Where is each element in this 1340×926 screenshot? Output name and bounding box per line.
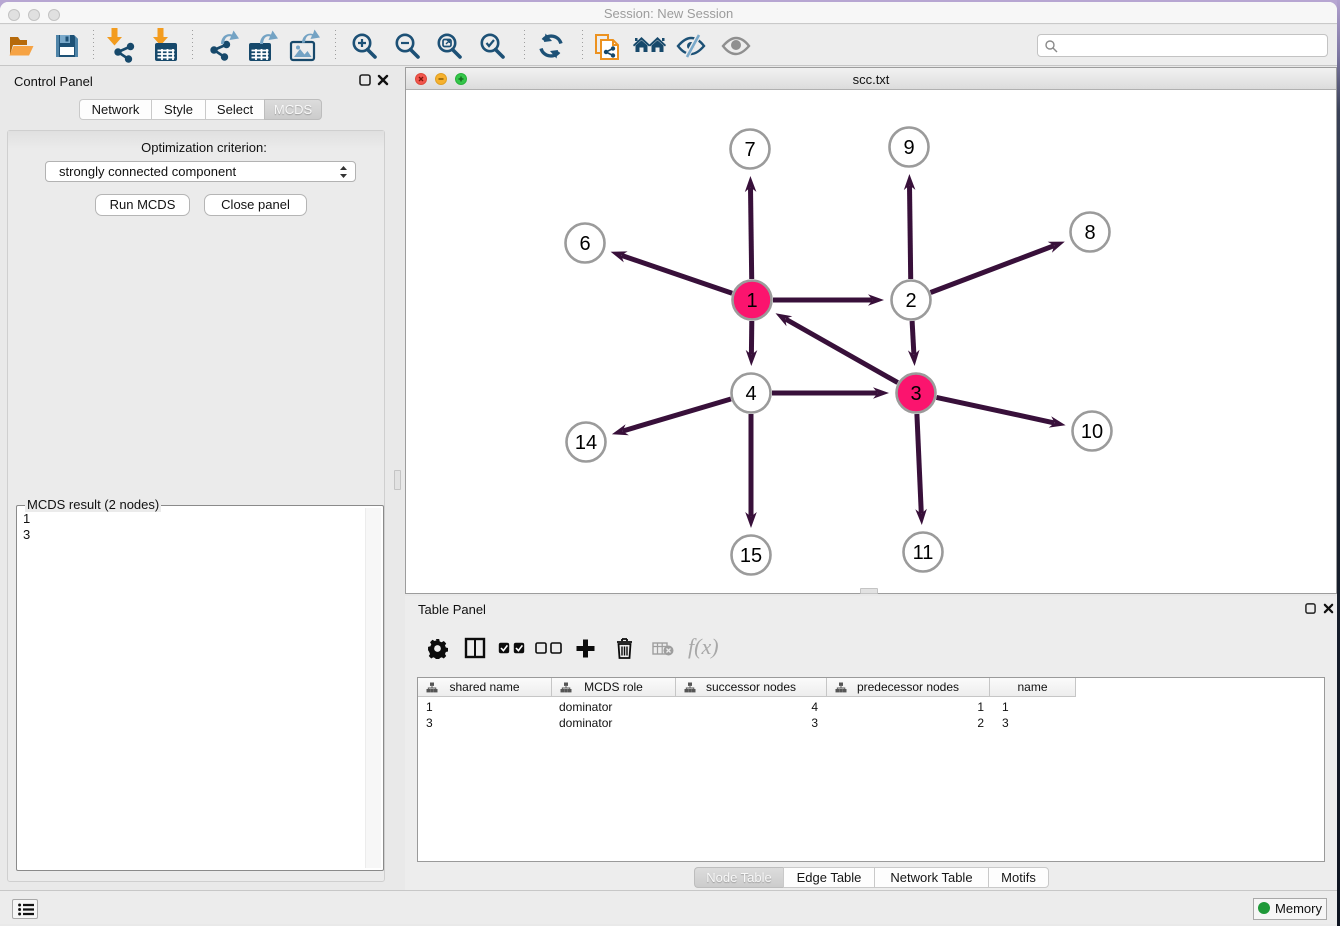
svg-text:11: 11	[913, 542, 934, 564]
svg-text:8: 8	[1084, 222, 1095, 244]
svg-text:9: 9	[903, 137, 914, 159]
svg-text:15: 15	[740, 545, 762, 567]
svg-text:3: 3	[910, 383, 921, 405]
svg-text:7: 7	[744, 139, 755, 161]
svg-text:4: 4	[745, 383, 756, 405]
svg-text:14: 14	[575, 432, 597, 454]
svg-text:2: 2	[905, 290, 916, 312]
svg-text:1: 1	[746, 290, 757, 312]
svg-text:6: 6	[579, 233, 590, 255]
svg-text:10: 10	[1081, 421, 1103, 443]
